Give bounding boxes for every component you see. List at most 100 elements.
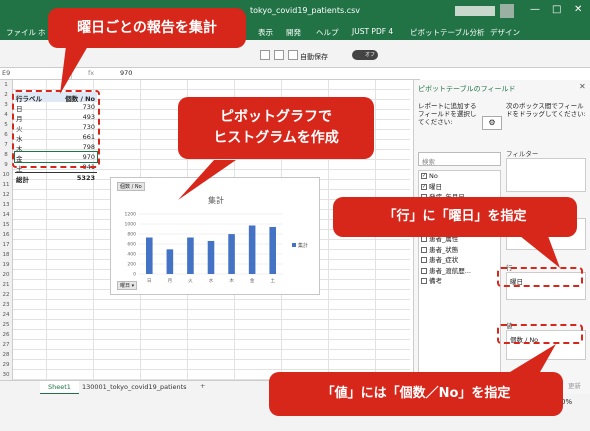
pivot-chart[interactable]: 個数 / No 集計 0 200 400 600 800 1000 1200 日月火水木金土 … — [110, 177, 320, 295]
field-search-input[interactable]: 検索 — [418, 152, 501, 166]
chart-bar — [269, 226, 277, 274]
row-number[interactable]: 15 — [0, 220, 12, 230]
field-item[interactable]: ✓ 曜日 — [419, 182, 500, 193]
row-number[interactable]: 11 — [0, 180, 12, 190]
chart-bar — [228, 234, 235, 274]
field-item[interactable]: ✓ No — [419, 171, 500, 182]
tab-design[interactable]: デザイン — [490, 27, 520, 38]
field-name: 曜日 — [429, 182, 442, 191]
field-checkbox[interactable]: ✓ — [421, 173, 427, 179]
x-tick-label: 木 — [229, 277, 234, 284]
row-number[interactable]: 16 — [0, 230, 12, 240]
close-icon[interactable]: ✕ — [579, 82, 586, 91]
row-number[interactable]: 17 — [0, 240, 12, 250]
row-number[interactable]: 21 — [0, 280, 12, 290]
autosave-toggle[interactable]: オフ — [352, 50, 378, 60]
sheet-tab-data[interactable]: 130001_tokyo_covid19_patients — [82, 383, 187, 391]
row-number[interactable]: 23 — [0, 300, 12, 310]
x-tick-label: 月 — [168, 278, 173, 284]
add-sheet-button[interactable]: + — [200, 382, 205, 390]
redo-icon[interactable] — [288, 50, 298, 60]
row-number[interactable]: 5 — [0, 120, 12, 130]
tab-help[interactable]: ヘルプ — [316, 27, 339, 38]
row-number[interactable]: 29 — [0, 360, 12, 370]
row-number[interactable]: 9 — [0, 160, 12, 170]
formula-input[interactable]: 970 — [120, 69, 132, 77]
field-name: No — [429, 172, 438, 180]
row-number[interactable]: 1 — [0, 80, 12, 90]
row-number[interactable]: 22 — [0, 290, 12, 300]
y-tick-label: 1000 — [125, 222, 137, 228]
sheet-tab-active[interactable]: Sheet1 — [40, 381, 79, 395]
chart-field-filter-button[interactable]: 曜日 ▾ — [117, 281, 138, 290]
row-number[interactable]: 10 — [0, 170, 12, 180]
undo-icon[interactable] — [274, 50, 284, 60]
avatar[interactable] — [500, 4, 514, 18]
field-checkbox[interactable] — [421, 278, 427, 284]
chart-bar — [207, 240, 215, 274]
row-number[interactable]: 6 — [0, 130, 12, 140]
field-checkbox[interactable] — [421, 267, 427, 274]
values-area-highlight — [497, 324, 583, 344]
y-tick-label: 800 — [127, 232, 136, 238]
tab-file[interactable]: ファイル — [6, 27, 36, 38]
x-tick-label: 土 — [270, 277, 275, 284]
row-number[interactable]: 19 — [0, 260, 12, 270]
y-tick-label: 0 — [133, 272, 136, 278]
row-number[interactable]: 12 — [0, 190, 12, 200]
minimize-button[interactable]: — — [530, 4, 540, 15]
y-tick-label: 400 — [127, 252, 136, 258]
row-number[interactable]: 20 — [0, 270, 12, 280]
row-number[interactable]: 26 — [0, 330, 12, 340]
y-tick-label: 1200 — [125, 212, 137, 218]
field-item[interactable]: 患者_渡航歴... — [419, 266, 500, 277]
fx-icon[interactable]: fx — [88, 69, 94, 77]
tab-just-pdf[interactable]: JUST PDF 4 — [352, 27, 393, 36]
callout-summary: 曜日ごとの報告を集計 — [48, 8, 246, 48]
row-number[interactable]: 30 — [0, 370, 12, 380]
pivot-total-row[interactable]: 総計 5323 — [15, 172, 97, 184]
row-number[interactable]: 2 — [0, 90, 12, 100]
pane-title: ピボットテーブルのフィールド — [418, 85, 516, 93]
callout-histogram: ピボットグラフで ヒストグラムを作成 — [178, 97, 374, 159]
y-tick-label: 600 — [127, 242, 136, 248]
maximize-button[interactable]: □ — [552, 4, 561, 15]
pivot-highlight-frame — [12, 90, 100, 168]
account-name — [455, 6, 495, 16]
x-tick-label: 水 — [209, 277, 214, 284]
window-title: tokyo_covid19_patients.csv — [250, 6, 360, 15]
field-item[interactable]: 患者_状態 — [419, 245, 500, 256]
row-number[interactable]: 24 — [0, 310, 12, 320]
x-tick-label: 日 — [147, 278, 152, 284]
row-number[interactable]: 3 — [0, 100, 12, 110]
field-item[interactable]: 患者_症状 — [419, 255, 500, 266]
close-button[interactable]: ✕ — [574, 4, 582, 15]
row-number[interactable]: 4 — [0, 110, 12, 120]
row-number[interactable]: 14 — [0, 210, 12, 220]
row-number[interactable]: 27 — [0, 340, 12, 350]
field-name: 患者_渡航歴... — [429, 266, 471, 275]
row-number[interactable]: 25 — [0, 320, 12, 330]
row-number[interactable]: 8 — [0, 150, 12, 160]
row-number[interactable]: 28 — [0, 350, 12, 360]
row-number[interactable]: 13 — [0, 200, 12, 210]
name-box[interactable]: E9 — [2, 69, 72, 79]
tab-developer[interactable]: 開発 — [286, 27, 301, 38]
field-checkbox[interactable] — [421, 257, 427, 263]
save-icon[interactable] — [260, 50, 270, 60]
field-item[interactable]: 備考 — [419, 276, 500, 287]
field-checkbox[interactable]: ✓ — [421, 183, 427, 190]
row-number[interactable]: 7 — [0, 140, 12, 150]
pivot-total-value: 5323 — [76, 174, 95, 182]
tab-home[interactable]: ホ — [38, 27, 46, 38]
tab-view[interactable]: 表示 — [258, 27, 273, 38]
row-number[interactable]: 18 — [0, 250, 12, 260]
filter-area[interactable] — [506, 158, 586, 192]
gear-icon[interactable]: ⚙ — [482, 116, 502, 130]
chart-legend: 集計 — [292, 242, 308, 249]
tab-pivot-analyze[interactable]: ピボットテーブル分析 — [410, 27, 485, 38]
update-button[interactable]: 更新 — [568, 380, 581, 390]
field-checkbox[interactable] — [421, 246, 427, 253]
chart-plot: 0 200 400 600 800 1000 1200 日 月 火 水 木 金 土 — [125, 212, 283, 284]
autosave-label: 自動保存 — [300, 53, 328, 61]
